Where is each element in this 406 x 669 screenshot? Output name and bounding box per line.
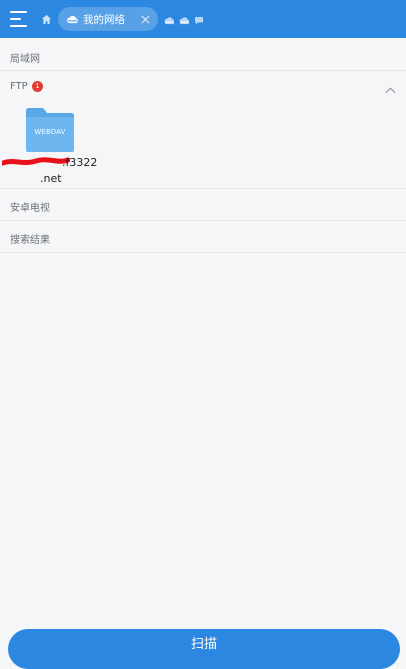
section-ftp-label: FTP xyxy=(10,81,28,92)
menu-button[interactable] xyxy=(0,0,36,38)
section-lan-label: 局域网 xyxy=(10,54,40,65)
chat-button[interactable] xyxy=(194,10,204,29)
cloud-drive-icon xyxy=(179,16,189,24)
home-icon xyxy=(41,14,51,24)
section-android-tv[interactable]: 安卓电视 xyxy=(0,189,406,221)
chevron-up-icon xyxy=(385,87,396,94)
scan-button[interactable]: 扫描 xyxy=(8,629,400,669)
top-bar: 我的网络 xyxy=(0,0,406,38)
cloud-drive-button[interactable] xyxy=(179,10,190,29)
cloud-icon xyxy=(67,15,78,24)
folder-label: WEBDAV xyxy=(34,129,66,136)
close-icon xyxy=(141,14,150,24)
menu-icon-line xyxy=(10,25,27,27)
chat-icon xyxy=(195,16,203,24)
cloud-drive-icon xyxy=(164,16,174,24)
menu-icon-line xyxy=(10,18,21,20)
tab-close-button[interactable] xyxy=(141,14,150,24)
ftp-count-badge: 1 xyxy=(32,81,43,92)
tab-label: 我的网络 xyxy=(83,13,125,26)
section-android-tv-label: 安卓电视 xyxy=(10,203,50,214)
section-search-results[interactable]: 搜索结果 xyxy=(0,221,406,253)
ftp-server-name-suffix: .net xyxy=(40,172,62,185)
collapse-button[interactable] xyxy=(385,79,396,98)
ftp-server-name: .f3322 xyxy=(62,156,98,169)
redacted-scribble xyxy=(2,157,70,166)
folder-icon: WEBDAV xyxy=(26,108,74,152)
cloud-drive-button[interactable] xyxy=(164,10,175,29)
tab-my-network[interactable]: 我的网络 xyxy=(58,7,158,31)
menu-icon-line xyxy=(10,11,27,13)
section-lan[interactable]: 局域网 xyxy=(0,40,406,71)
home-button[interactable] xyxy=(36,0,56,38)
section-search-results-label: 搜索结果 xyxy=(10,235,50,246)
